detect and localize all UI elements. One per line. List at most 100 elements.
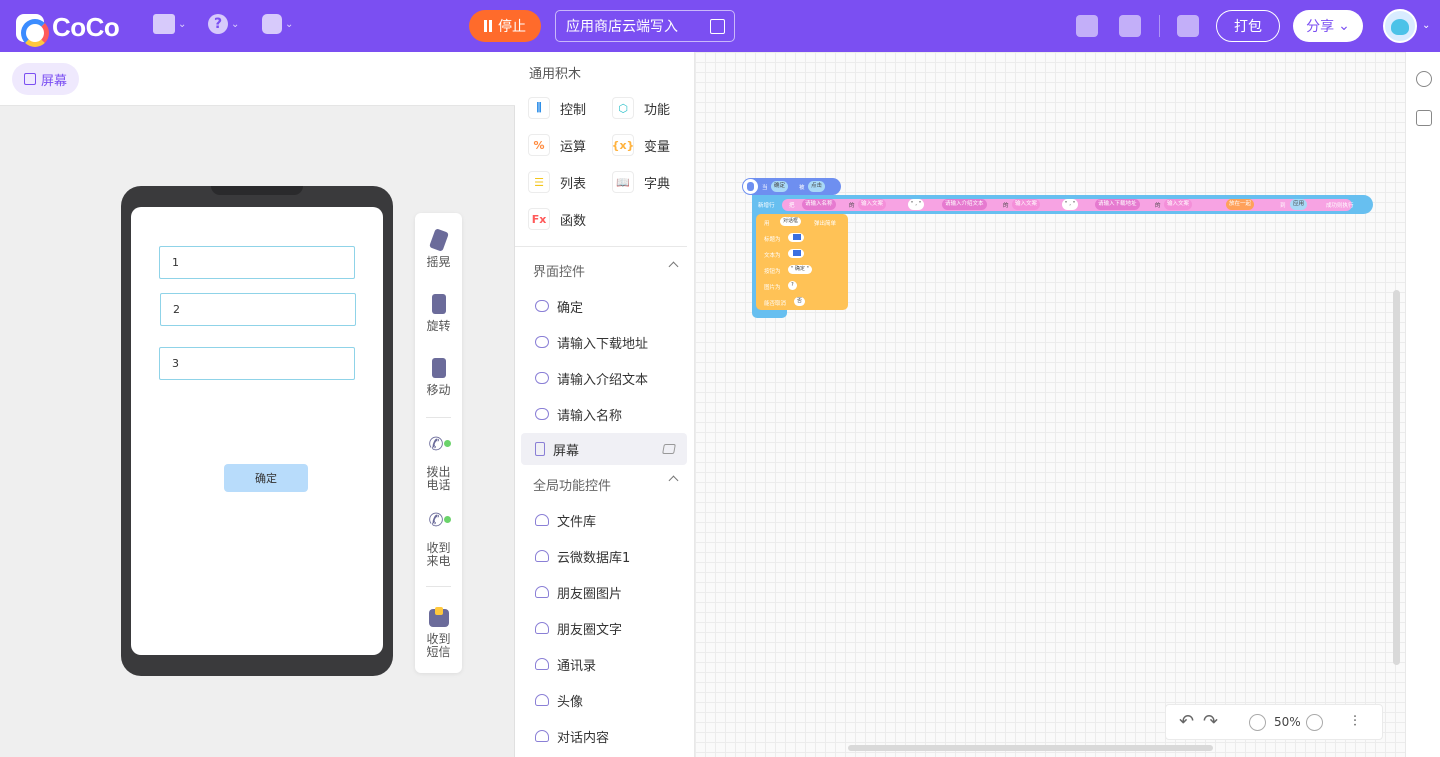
app-logo[interactable]: CoCo xyxy=(16,12,120,47)
block-dropdown[interactable]: 应用 xyxy=(1290,199,1308,210)
sensor-label: 拨出电话 xyxy=(426,465,451,492)
event-hat-block[interactable]: 当 确定 被 点击 xyxy=(742,178,841,195)
block-dropdown[interactable]: 否 xyxy=(794,297,806,306)
align-blocks-icon[interactable]: ⫶ xyxy=(1353,712,1357,730)
rotate-icon xyxy=(431,294,446,314)
block-string[interactable]: " 确定 " xyxy=(788,265,812,274)
global-control-item[interactable]: 头像 xyxy=(521,684,687,716)
cloud-icon xyxy=(535,586,549,598)
chevron-down-icon: ⌄ xyxy=(285,18,294,30)
global-control-item[interactable]: 对话内容 xyxy=(521,720,687,752)
sensor-label: 移动 xyxy=(426,383,451,397)
block-string[interactable]: " , " xyxy=(1062,199,1079,210)
save-icon[interactable] xyxy=(1177,15,1199,37)
list-icon: ☰ xyxy=(528,171,550,193)
database-settings-icon[interactable] xyxy=(1119,15,1141,37)
block-value[interactable] xyxy=(788,233,804,242)
block-text: 文本为 xyxy=(764,253,781,259)
global-control-item[interactable]: 文件库 xyxy=(521,504,687,536)
code-workspace[interactable] xyxy=(695,52,1405,757)
url-input[interactable]: 3 xyxy=(159,347,355,380)
block-dropdown[interactable]: ? xyxy=(788,281,797,290)
block-value[interactable] xyxy=(788,249,804,258)
confirm-button[interactable]: 确定 xyxy=(224,464,308,492)
category-variable[interactable]: {x} 变量 xyxy=(612,134,670,156)
block-dropdown[interactable]: 请输入介绍文本 xyxy=(942,199,987,210)
sensor-incoming-call[interactable]: 收到来电 xyxy=(415,514,462,568)
zoom-out-icon[interactable] xyxy=(1249,714,1266,731)
control-label: 请输入介绍文本 xyxy=(557,372,649,388)
block-dropdown[interactable]: 请输入名称 xyxy=(802,199,836,210)
file-menu[interactable]: ⌄ xyxy=(153,14,186,34)
category-list[interactable]: ☰ 列表 xyxy=(528,171,586,193)
user-avatar[interactable] xyxy=(1383,9,1417,43)
block-dropdown[interactable]: 对话框 xyxy=(780,217,802,226)
block-dropdown[interactable]: 确定 xyxy=(771,181,789,192)
redo-icon[interactable]: ↷ xyxy=(1203,711,1218,732)
category-function[interactable]: ⬡ 功能 xyxy=(612,97,670,119)
ui-control-item-screen[interactable]: 屏幕 xyxy=(521,433,687,465)
category-control[interactable]: ⫼ 控制 xyxy=(528,97,586,119)
ui-control-item[interactable]: 请输入下载地址 xyxy=(521,326,687,358)
pack-button[interactable]: 打包 xyxy=(1216,10,1280,42)
sensor-outgoing-call[interactable]: 拨出电话 xyxy=(415,438,462,492)
block-dropdown[interactable]: 请输入下载地址 xyxy=(1095,199,1140,210)
share-button[interactable]: 分享 ⌄ xyxy=(1293,10,1363,42)
phone-notch xyxy=(211,186,303,195)
stop-button[interactable]: 停止 xyxy=(469,10,541,42)
global-controls-group[interactable]: 全局功能控件 xyxy=(515,466,694,502)
control-label: 文件库 xyxy=(557,514,597,530)
panel-divider xyxy=(515,246,687,247)
global-control-item[interactable]: 云微数据库1 xyxy=(521,540,687,572)
input-control-icon xyxy=(535,336,549,348)
screen-tab[interactable]: 屏幕 xyxy=(12,63,80,95)
ui-control-item[interactable]: 请输入介绍文本 xyxy=(521,362,687,394)
block-dropdown[interactable]: 输入文案 xyxy=(858,199,887,210)
dialog-block[interactable]: 用 对话框 弹出简单 标题为 文本为 按钮为 " 确定 " 图片为 ? 能否取消… xyxy=(756,214,848,310)
exec-block[interactable]: 新增行 把 请输入名称 的 输入文案 " , " 请输入介绍文本 的 输入文案 … xyxy=(752,195,1373,214)
ui-control-item[interactable]: 请输入名称 xyxy=(521,398,687,430)
category-operator[interactable]: % 运算 xyxy=(528,134,586,156)
global-control-item[interactable]: 朋友圈文字 xyxy=(521,612,687,644)
inbox-icon[interactable] xyxy=(1416,110,1432,126)
bug-icon[interactable] xyxy=(1416,71,1432,87)
sliders-icon: ⫼ xyxy=(528,97,550,119)
cloud-write-button[interactable]: 应用商店云端写入 xyxy=(555,10,735,42)
collaborators-icon[interactable] xyxy=(1076,15,1098,37)
cloud-icon xyxy=(535,658,549,670)
category-label: 函数 xyxy=(560,213,587,229)
block-text: 弹出简单 xyxy=(814,221,837,227)
block-text: 被 xyxy=(799,185,805,191)
ui-control-item[interactable]: 确定 xyxy=(521,290,687,322)
global-control-item[interactable]: 通讯录 xyxy=(521,648,687,680)
workspace-vertical-scrollbar[interactable] xyxy=(1393,290,1400,665)
workspace-horizontal-scrollbar[interactable] xyxy=(848,745,1213,751)
zoom-in-icon[interactable] xyxy=(1306,714,1323,731)
control-label: 头像 xyxy=(557,694,584,710)
global-control-item[interactable]: 朋友圈图片 xyxy=(521,576,687,608)
block-dropdown[interactable]: 点击 xyxy=(808,181,826,192)
block-dropdown[interactable]: 输入文案 xyxy=(1164,199,1193,210)
sensor-shake[interactable]: 摇晃 xyxy=(415,228,462,269)
sensor-move[interactable]: 移动 xyxy=(415,358,462,397)
block-text: 图片为 xyxy=(764,285,781,291)
sensor-divider xyxy=(426,417,451,418)
category-dictionary[interactable]: 📖 字典 xyxy=(612,171,670,193)
sensor-sms[interactable]: 收到短信 xyxy=(415,607,462,659)
ui-controls-group[interactable]: 界面控件 xyxy=(515,252,694,288)
block-dropdown[interactable]: 输入文案 xyxy=(1012,199,1041,210)
name-input[interactable]: 1 xyxy=(159,246,355,279)
undo-icon[interactable]: ↶ xyxy=(1179,711,1194,732)
settings-menu[interactable]: ⌄ xyxy=(262,14,293,34)
category-function-def[interactable]: Fx 函数 xyxy=(528,208,586,230)
help-menu[interactable]: ? ⌄ xyxy=(208,14,239,34)
block-text: 成功则执行 xyxy=(1326,203,1354,209)
chevron-down-icon[interactable]: ⌄ xyxy=(1422,20,1430,31)
layers-icon[interactable] xyxy=(662,444,676,454)
sensor-rotate[interactable]: 旋转 xyxy=(415,294,462,333)
phone-screen[interactable]: 1 2 3 确定 xyxy=(131,207,383,655)
block-text: 放在一起 xyxy=(1226,199,1255,210)
shake-icon xyxy=(428,228,449,252)
block-string[interactable]: " , " xyxy=(908,199,925,210)
intro-input[interactable]: 2 xyxy=(160,293,356,326)
